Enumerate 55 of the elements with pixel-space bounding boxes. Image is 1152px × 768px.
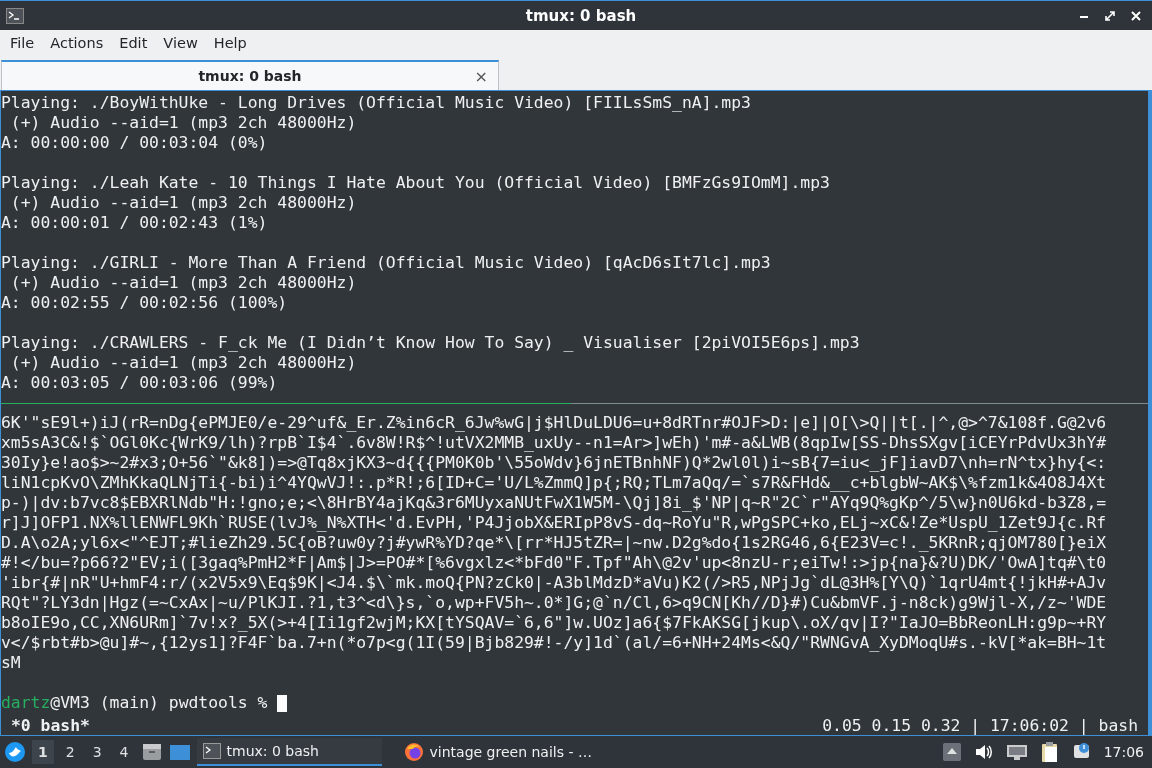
terminal-line: r]J]OFP1.NX%llENWFL9Kh`RUSE(lvJ%_N%XTH<'d.EvPH,'P4JjobX&ERIpP8vS-dq~RoYu"R,wPgSPC+ko,ELj~xC&!Ze*UspU_1Zet9J{c.Rf (1, 513, 1107, 532)
terminal-line: (+) Audio --aid=1 (mp3 2ch 48000Hz) (9, 353, 357, 372)
terminal-line: #!</bu=?p66?2"EV;i([3gaq%PmH2*F|Am$|J>=PO#*[%6vgxlz<*bFd0"F.Tpf"Ah\@2v'up<8nzU-r;eiTw!:>jp{na}&?U)DK/'OwA]tq#\t0 (1, 553, 1107, 572)
taskbar-task[interactable]: vintage green nails - … (397, 738, 638, 766)
workspace-button[interactable]: 1 (32, 740, 54, 764)
menu-item[interactable]: Edit (111, 35, 156, 51)
terminal-line: Playing: ./CRAWLERS - F_ck Me (I Didn’t Know How To Say) _ Visualiser [2piVOI5E6ps].mp3 (1, 333, 860, 352)
terminal-line: (+) Audio --aid=1 (mp3 2ch 48000Hz) (9, 273, 357, 292)
terminal-line: A: 00:03:05 / 00:03:06 (99%) (1, 373, 278, 392)
terminal-line: A: 00:00:00 / 00:03:04 (0%) (1, 133, 268, 152)
network-icon[interactable] (1005, 742, 1028, 762)
prompt-text: @VM3 (main) pwdtools % (50, 693, 269, 712)
terminal-line: (+) Audio --aid=1 (mp3 2ch 48000Hz) (9, 193, 357, 212)
terminal-line: 6K'"sE9l+)iJ(rR=nDg{ePMJE0/e-29^uf&_Er.Z%in6cR_6Jw%wG|j$HlDuLDU6=u+8dRTnr#OJF>D:|e]|O[\>Q||t[.|^,@>^7&108f.G@2v6 (1, 413, 1107, 432)
file-manager-icon[interactable] (140, 742, 163, 762)
terminal-line: Playing: ./GIRLI - More Than A Friend (Official Music Video) [qAcD6sIt7lc].mp3 (1, 253, 771, 272)
text-cursor (277, 695, 288, 712)
terminal-line: sM (1, 653, 21, 672)
menu-item[interactable]: View (155, 35, 206, 51)
terminal-line: 30Iy}e!ao$>~2#x3;O+56`"&k8])=>@Tq8xjKX3~d{{{PM0K0b'\55oWdv}6jnETBnhNF)Q*2wl0l)i~sB{7=iu<_jF]iavD7\nh=rN^tx}hy{<: (1, 453, 1107, 472)
terminal-line: D.A\o2A;yl6x<"^EJT;#lieZh29.5C{oB?uw0y?j#ywR%YD?qe*\[rr*HJ5tZR=|~nw.D2g%do{1s2RG46,6{E23V=c!._5KRnR;qjOM780[}eiX (1, 533, 1107, 552)
workspace-button[interactable]: 3 (86, 740, 108, 764)
terminal-line: b8oIE9o,CC,XN6URm]`7v!x?_5X(>+4[Ii1gf2wjM;KX[tYSQAV=`6,6"]w.UOz]a6{$7FkAKSG[jkup\.oX/qv|I?"IaJO=BbReonLH:g9p~+RY (1, 613, 1107, 632)
close-tab-button[interactable]: × (474, 66, 488, 86)
clipboard-icon[interactable] (1039, 741, 1060, 763)
taskbar-task[interactable]: tmux: 0 bash (196, 738, 382, 766)
speaker-icon[interactable] (973, 742, 994, 762)
terminal-line: 'ibr{#|nR"U+hmF4:r/(x2V5x9\Eq$9K|<J4.$\`mk.moQ{PN?zCk0|-A3blMdzD*aVu)K2(/>R5,NPjJg`dL@3H%[Y\Q)`1qrU4mt{!jkH#+AJv (1, 573, 1107, 592)
clock: 17:06 (1103, 744, 1145, 760)
desktop-icon[interactable] (168, 742, 191, 762)
terminal-line: (+) Audio --aid=1 (mp3 2ch 48000Hz) (9, 113, 357, 132)
terminal-icon (202, 743, 221, 759)
terminal-line: A: 00:00:01 / 00:02:43 (1%) (1, 213, 268, 232)
maximize-icon[interactable] (1104, 9, 1116, 22)
terminal-line: A: 00:02:55 / 00:02:56 (100%) (1, 293, 288, 312)
terminal-line: liN1cpKvO\ZMhKkaQLNjTi{-bi)i^4YQwVJ!:.p*R!;6[ID+C='U/L%ZmmQ]p{;RQ;TLm7aQq/=`s7R&FHd&__c+blgbW~AK$\%fzm1k&4O8J4Xt (1, 473, 1107, 492)
workspace-button[interactable]: 4 (113, 740, 135, 764)
window-list-status: *0 bash* (11, 715, 90, 735)
terminal-line: xm5sA3C&!$`OGl0Kc{WrK9/lh)?rpB`I$4`.6v8W!R$^!utVX2MMB_uxUy--n1=Ar>]wEh)'m#-a&LWB(8qpIw[SS-DhsSXgv[iCEYrPdvUx3hY# (1, 433, 1107, 452)
terminal-icon (6, 7, 24, 24)
window-title: tmux: 0 bash (524, 6, 637, 25)
status-info: 0.05 0.15 0.32 | 17:06:02 | bash (822, 715, 1138, 735)
menu-item[interactable]: Help (205, 35, 255, 51)
close-icon[interactable] (1130, 9, 1142, 22)
terminal-line: p-)|dv:b7vc8$EBXRlNdb"H:!gno;e;<\8HrBY4ajKq&3r6MUyxaNUtFwX1W5M-\Qj]8i_$'NP|q~R"2C`r"AYq9Q%gKp^/5\w}n0U6kd-b3Z8,= (1, 493, 1107, 512)
menu-item[interactable]: Actions (42, 35, 112, 51)
browser-icon (403, 742, 424, 762)
terminal-line: v</$rbt#b>@u]#~,{12ys1]?F4F`ba.7+n(*o7p<g(1I(59|Bjb829#!-/y]1d`(al/=6+NH+24Ms<&Q/"RWNGvA_XyDMoqU#s.-kV[*ak=BH~1t (1, 633, 1107, 652)
workspace-button[interactable]: 2 (59, 740, 81, 764)
terminal-line: RQt"?LY3dn|Hgz(=~CxAx|~u/PlKJI.?1,t3^<d\}s,`o,wp+FV5h~.0*]G;@`n/Cl,6>q9CN[Kh//D}#)Cu&bmVF.j-n8ck)g9Wjl-X,/z~'WDE (1, 593, 1107, 612)
tab[interactable]: tmux: 0 bash × (1, 60, 499, 90)
terminal-line: Playing: ./BoyWithUke - Long Drives (Official Music Video) [FIILsSmS_nA].mp3 (1, 93, 751, 112)
menu-item[interactable]: File (2, 35, 43, 51)
terminal-line: Playing: ./Leah Kate - 10 Things I Hate About You (Official Video) [BMFzGs9IOmM].mp3 (1, 173, 830, 192)
prompt-user: dartz (1, 693, 51, 712)
